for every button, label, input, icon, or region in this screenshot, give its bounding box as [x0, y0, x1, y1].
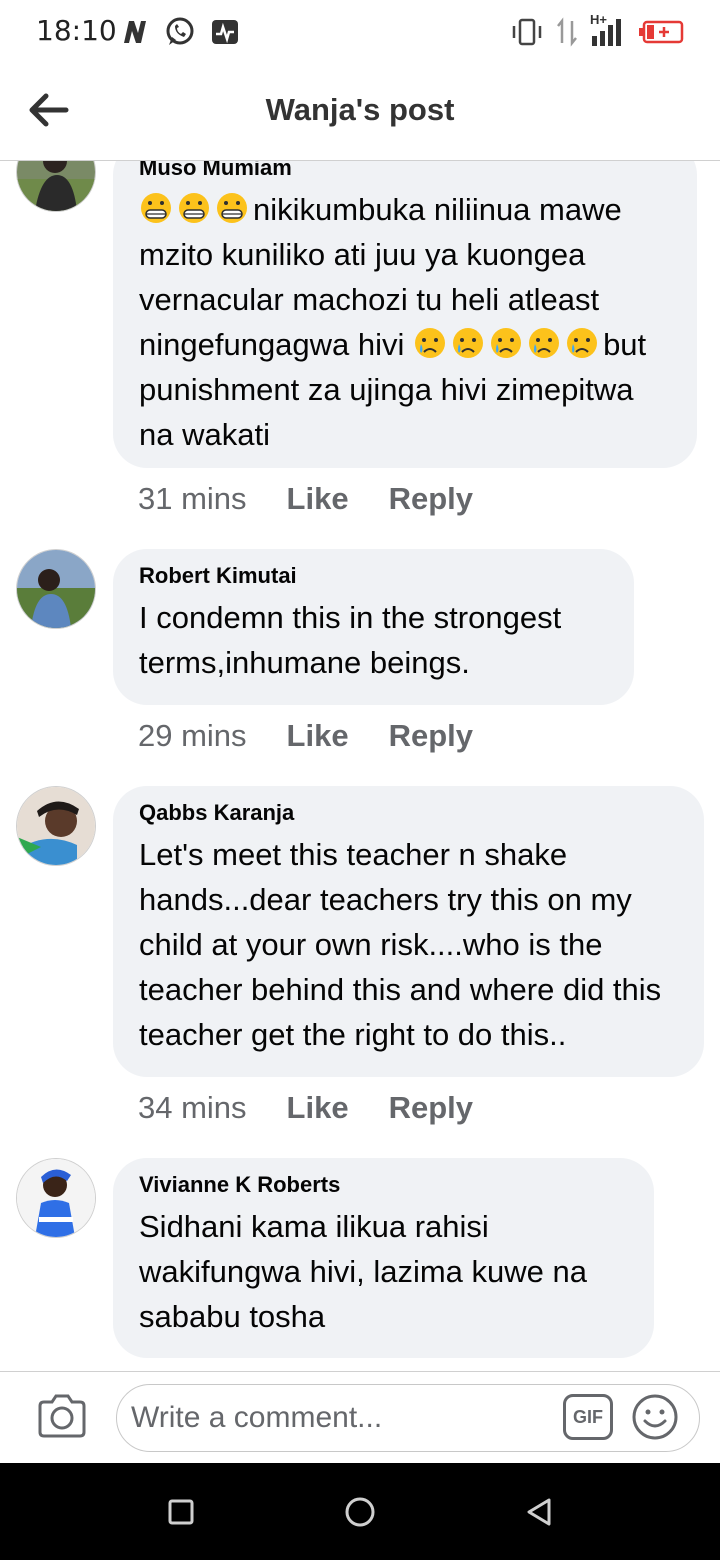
data-transfer-icon: [557, 17, 577, 47]
grimacing-face-icon: [217, 193, 247, 223]
comment-bubble[interactable]: Qabbs Karanja Let's meet this teacher n …: [113, 786, 704, 1077]
notification-icons: [120, 16, 240, 48]
system-icons: H+: [510, 12, 686, 48]
crying-face-icon: [453, 328, 484, 358]
system-nav-bar: [0, 1463, 720, 1560]
back-triangle-icon[interactable]: [524, 1497, 554, 1527]
home-circle-icon[interactable]: [343, 1495, 377, 1529]
crying-face-icon: [567, 328, 598, 358]
comment-input-placeholder: Write a comment...: [131, 1401, 383, 1434]
comment-actions: 31 mins Like Reply: [138, 481, 513, 517]
avatar[interactable]: [17, 787, 95, 865]
whatsapp-icon: [166, 17, 194, 45]
comment-author[interactable]: Muso Mumiam: [139, 161, 671, 181]
crying-face-icon: [415, 328, 446, 358]
avatar[interactable]: [17, 161, 95, 211]
comment-bubble[interactable]: Muso Mumiam nikikumbuka niliinua mawe mz…: [113, 161, 697, 468]
comment-text: Let's meet this teacher n shake hands...…: [139, 837, 662, 1052]
like-button[interactable]: Like: [287, 1090, 349, 1126]
comment-actions: 34 mins Like Reply: [138, 1090, 513, 1126]
battery-icon: [639, 20, 684, 44]
page-title: Wanja's post: [265, 92, 455, 127]
comment-author[interactable]: Vivianne K Roberts: [139, 1172, 628, 1198]
comment-author[interactable]: Qabbs Karanja: [139, 800, 678, 826]
comment-time[interactable]: 34 mins: [138, 1090, 247, 1126]
comment-text: Sidhani kama ilikua rahisi wakifungwa hi…: [139, 1209, 587, 1334]
like-button[interactable]: Like: [287, 718, 349, 754]
comment-time[interactable]: 29 mins: [138, 718, 247, 754]
avatar[interactable]: [17, 1159, 95, 1237]
comment-bubble[interactable]: Robert Kimutai I condemn this in the str…: [113, 549, 634, 705]
recent-apps-square-icon[interactable]: [166, 1497, 196, 1527]
news-app-icon: [124, 21, 146, 43]
avatar[interactable]: [17, 550, 95, 628]
reply-button[interactable]: Reply: [389, 1090, 473, 1126]
comment-bubble[interactable]: Vivianne K Roberts Sidhani kama ilikua r…: [113, 1158, 654, 1358]
gif-icon[interactable]: GIF: [563, 1394, 613, 1440]
activity-icon: [212, 20, 238, 44]
comment-author[interactable]: Robert Kimutai: [139, 563, 608, 589]
smiley-icon[interactable]: [631, 1393, 679, 1441]
comment-time[interactable]: 31 mins: [138, 481, 247, 517]
comments-list[interactable]: Muso Mumiam nikikumbuka niliinua mawe mz…: [0, 161, 720, 1371]
status-time: 18:10: [36, 14, 117, 47]
crying-face-icon: [491, 328, 522, 358]
signal-icon: H+: [590, 12, 626, 48]
grimacing-face-icon: [179, 193, 209, 223]
vibrate-icon: [512, 18, 542, 46]
comment-text: I condemn this in the strongest terms,in…: [139, 600, 562, 680]
reply-button[interactable]: Reply: [389, 718, 473, 754]
comment-actions: 29 mins Like Reply: [138, 718, 513, 754]
reply-button[interactable]: Reply: [389, 481, 473, 517]
crying-face-icon: [529, 328, 560, 358]
status-bar: 18:10 H+: [0, 0, 720, 66]
grimacing-face-icon: [141, 193, 171, 223]
camera-icon[interactable]: [36, 1392, 88, 1440]
comment-input[interactable]: Write a comment... GIF: [116, 1384, 700, 1452]
like-button[interactable]: Like: [287, 481, 349, 517]
comment-composer: Write a comment... GIF: [0, 1371, 720, 1464]
post-header: Wanja's post: [0, 66, 720, 161]
comment-text: nikikumbuka niliinua mawe mzito kuniliko…: [139, 187, 671, 457]
gif-label: GIF: [573, 1406, 603, 1427]
